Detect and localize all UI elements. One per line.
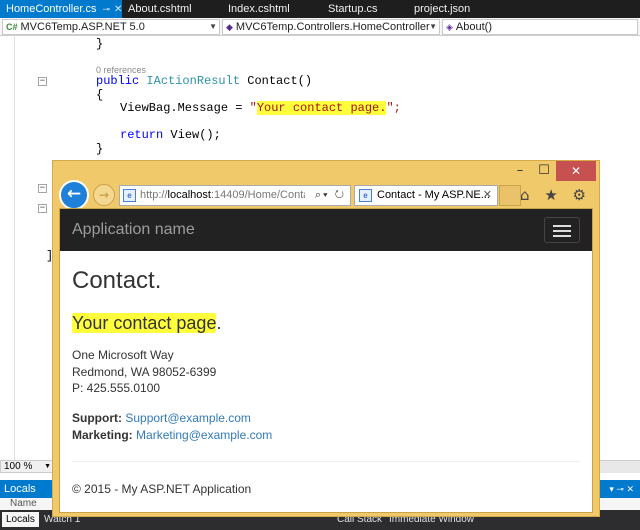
project-dropdown-value: MVC6Temp.ASP.NET 5.0 [20, 21, 145, 33]
marketing-email-link[interactable]: Marketing@example.com [136, 428, 272, 442]
tab-label: Index.cshtml [228, 3, 290, 15]
back-button[interactable]: ← [59, 180, 89, 210]
method-icon: ◈ [446, 22, 453, 32]
tab-homecontroller[interactable]: HomeController.cs ⊸ ✕ [0, 0, 122, 18]
code-token: } [96, 37, 104, 51]
chevron-down-icon: ▼ [209, 22, 217, 31]
hamburger-bar [553, 230, 571, 232]
class-dropdown-value: MVC6Temp.Controllers.HomeController [235, 21, 430, 33]
document-tab-strip: HomeController.cs ⊸ ✕ About.cshtml Index.c… [0, 0, 640, 18]
locals-title-label: Locals [4, 483, 36, 495]
url-path: :14409/Home/Conta [210, 189, 305, 201]
code-line: public IActionResult Contact() [96, 75, 312, 88]
code-line: { [96, 89, 103, 102]
zoom-dropdown[interactable]: 100 % ▼ [0, 460, 56, 473]
support-contact: Support: Support@example.com [72, 411, 251, 425]
tab-index-cshtml[interactable]: Index.cshtml [222, 0, 322, 18]
column-header-name[interactable]: Name [10, 498, 37, 509]
code-token: { [96, 88, 104, 102]
browser-tab-label: Contact - My ASP.NE... [377, 189, 490, 201]
navigation-bar: C# MVC6Temp.ASP.NET 5.0 ▼ ◆ MVC6Temp.Contro… [0, 18, 640, 36]
code-line: ViewBag.Message = "Your contact page."; [120, 101, 401, 115]
code-token: View(); [163, 128, 221, 142]
code-token: Contact() [240, 74, 313, 88]
chevron-down-icon: ▼ [429, 22, 437, 31]
collapse-icon[interactable]: − [38, 204, 47, 213]
support-email-link[interactable]: Support@example.com [125, 411, 251, 425]
code-keyword: return [120, 128, 164, 142]
close-button[interactable]: ✕ [556, 161, 596, 181]
close-icon[interactable]: ✕ [114, 4, 122, 15]
page-icon: e [123, 189, 136, 202]
home-favorites-tools-icons[interactable]: ⌂ ★ ⚙ [520, 186, 591, 204]
class-dropdown[interactable]: ◆ MVC6Temp.Controllers.HomeController ▼ [222, 19, 440, 35]
site-brand-link[interactable]: Application name [72, 209, 195, 251]
message-period: . [216, 313, 222, 333]
code-string-highlighted: Your contact page. [256, 101, 387, 115]
tab-label: HomeController.cs [6, 3, 97, 15]
code-token: ViewBag.Message = [120, 101, 250, 115]
tab-label: Startup.cs [328, 3, 378, 15]
member-dropdown-value: About() [455, 21, 492, 33]
footer-divider [72, 461, 580, 462]
page-icon: e [359, 189, 372, 202]
site-navbar: Application name [60, 209, 592, 251]
marketing-contact: Marketing: Marketing@example.com [72, 428, 272, 442]
address-line: One Microsoft Way [72, 348, 174, 362]
code-line: } [96, 143, 103, 156]
address-url: http://localhost:14409/Home/Conta [140, 186, 305, 205]
support-label: Support: [72, 411, 122, 425]
page-message: Your contact page. [72, 313, 221, 334]
close-tab-icon[interactable]: ✕ [483, 186, 492, 205]
maximize-button[interactable]: ☐ [533, 161, 555, 181]
collapse-icon[interactable]: − [38, 77, 47, 86]
class-icon: ◆ [226, 22, 233, 32]
code-line: return View(); [120, 129, 221, 142]
address-bar[interactable]: e http://localhost:14409/Home/Conta ⌕▾ ↻ [119, 185, 351, 206]
tab-locals[interactable]: Locals [2, 512, 39, 527]
browser-tab-contact[interactable]: e Contact - My ASP.NE... ✕ [354, 185, 498, 206]
tab-label: About.cshtml [128, 3, 192, 15]
tab-about-cshtml[interactable]: About.cshtml [122, 0, 222, 18]
hamburger-bar [553, 235, 571, 237]
highlighted-message: Your contact page [72, 313, 217, 333]
code-token: } [96, 142, 104, 156]
menu-toggle-button[interactable] [544, 217, 580, 243]
csharp-project-icon: C# [6, 22, 18, 32]
address-line: Redmond, WA 98052-6399 [72, 364, 217, 379]
zoom-value: 100 % [4, 461, 33, 472]
forward-button[interactable]: → [93, 184, 115, 206]
code-type: IActionResult [146, 74, 241, 88]
outline-gutter [14, 36, 15, 460]
member-dropdown[interactable]: ◈ About() [442, 19, 638, 35]
tab-project-json[interactable]: project.json [408, 0, 508, 18]
pin-icon[interactable]: ⊸ [102, 4, 110, 14]
code-line: } [96, 38, 103, 51]
page-footer: © 2015 - My ASP.NET Application [72, 482, 252, 496]
browser-window: – ☐ ✕ ← → e http://localhost:14409/Home/… [52, 160, 600, 517]
postal-address: One Microsoft Way Redmond, WA 98052-6399… [72, 347, 216, 397]
window-controls-icon[interactable]: ▾ ⊸ ✕ [609, 480, 634, 498]
chevron-down-icon: ▼ [44, 463, 51, 470]
code-string: " [249, 101, 257, 115]
minimize-button[interactable]: – [509, 161, 531, 181]
page-heading: Contact. [72, 267, 162, 294]
tab-label: project.json [414, 3, 471, 15]
code-string: "; [386, 101, 401, 115]
url-scheme: http:// [140, 189, 168, 201]
project-dropdown[interactable]: C# MVC6Temp.ASP.NET 5.0 ▼ [2, 19, 220, 35]
phone-line: P: 425.555.0100 [72, 381, 161, 395]
marketing-label: Marketing: [72, 428, 133, 442]
new-tab-button[interactable] [499, 185, 521, 206]
tab-startup-cs[interactable]: Startup.cs [322, 0, 408, 18]
search-refresh-icons[interactable]: ⌕▾ ↻ [315, 186, 346, 205]
code-keyword: public [96, 74, 140, 88]
collapse-icon[interactable]: − [38, 184, 47, 193]
browser-viewport: Application name Contact. Your contact p… [59, 208, 593, 513]
browser-titlebar[interactable]: – ☐ ✕ [53, 161, 599, 183]
hamburger-bar [553, 225, 571, 227]
url-host: localhost [167, 189, 211, 201]
